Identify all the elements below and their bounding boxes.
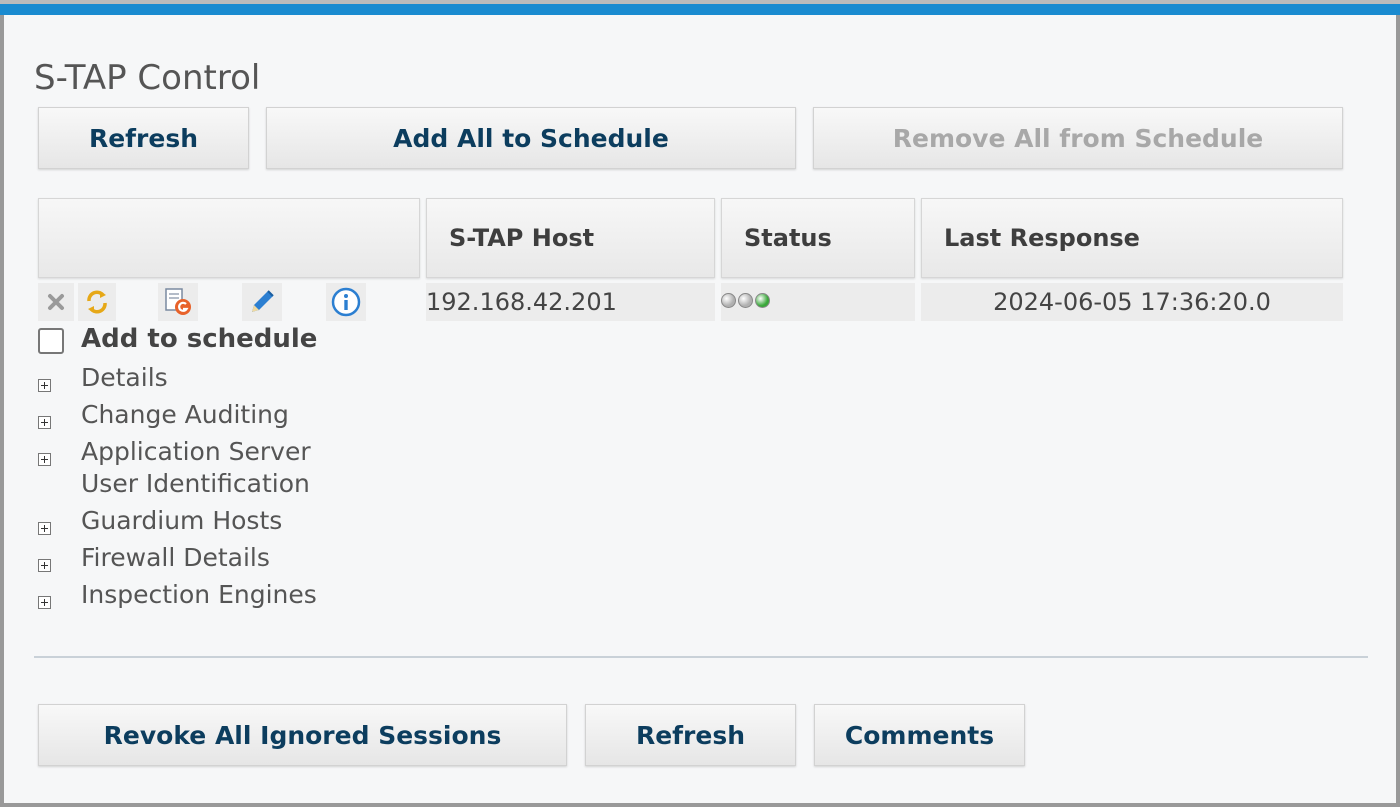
top-accent-bar <box>0 0 1400 15</box>
section-label: Application Server <box>81 437 311 466</box>
status-light-1 <box>721 292 736 308</box>
table-header-actions <box>38 198 420 278</box>
table-header-status[interactable]: Status <box>721 198 915 278</box>
refresh-button[interactable]: Refresh <box>38 107 249 169</box>
table-header-last-response[interactable]: Last Response <box>921 198 1343 278</box>
expand-icon[interactable] <box>38 416 51 429</box>
section-label: Firewall Details <box>81 543 270 572</box>
section-label: Details <box>81 363 168 392</box>
table-cell-status <box>721 283 915 321</box>
add-to-schedule-checkbox[interactable] <box>38 328 64 354</box>
status-lights <box>721 292 772 312</box>
remove-all-from-schedule-button: Remove All from Schedule <box>813 107 1343 169</box>
section-label: Guardium Hosts <box>81 506 283 535</box>
info-icon[interactable] <box>326 283 366 321</box>
report-icon[interactable] <box>158 283 198 321</box>
comments-button[interactable]: Comments <box>814 704 1025 766</box>
expand-icon[interactable] <box>38 453 51 466</box>
add-all-to-schedule-button[interactable]: Add All to Schedule <box>266 107 796 169</box>
section-guardium-hosts[interactable]: Guardium Hosts <box>38 506 282 535</box>
page-title: S-TAP Control <box>34 58 261 98</box>
revoke-all-ignored-sessions-button[interactable]: Revoke All Ignored Sessions <box>38 704 567 766</box>
section-firewall-details[interactable]: Firewall Details <box>38 543 270 572</box>
table-cell-last-response: 2024-06-05 17:36:20.0 <box>921 283 1343 321</box>
divider <box>34 656 1368 658</box>
section-change-auditing[interactable]: Change Auditing <box>38 400 289 429</box>
bottom-refresh-button[interactable]: Refresh <box>585 704 796 766</box>
last-response-time: 2024-06-05 17:36:20.0 <box>993 288 1271 316</box>
expand-icon[interactable] <box>38 596 51 609</box>
edit-icon[interactable] <box>242 283 282 321</box>
status-light-3 <box>755 292 770 308</box>
host-address: 192.168.42.201 <box>426 288 617 316</box>
section-label: Change Auditing <box>81 400 289 429</box>
delete-icon[interactable] <box>38 283 74 321</box>
section-inspection-engines[interactable]: Inspection Engines <box>38 580 317 609</box>
expand-icon[interactable] <box>38 522 51 535</box>
table-header-host[interactable]: S-TAP Host <box>426 198 715 278</box>
table-cell-host: 192.168.42.201 <box>426 283 715 321</box>
expand-icon[interactable] <box>38 559 51 572</box>
status-light-2 <box>738 292 753 308</box>
section-application-server-user-identification[interactable]: Application Server User Identification <box>38 437 311 498</box>
section-label-line2: User Identification <box>81 469 310 498</box>
refresh-icon[interactable] <box>78 283 116 321</box>
add-to-schedule-label: Add to schedule <box>81 324 318 354</box>
section-label: Inspection Engines <box>81 580 317 609</box>
expand-icon[interactable] <box>38 379 51 392</box>
section-details[interactable]: Details <box>38 363 168 392</box>
